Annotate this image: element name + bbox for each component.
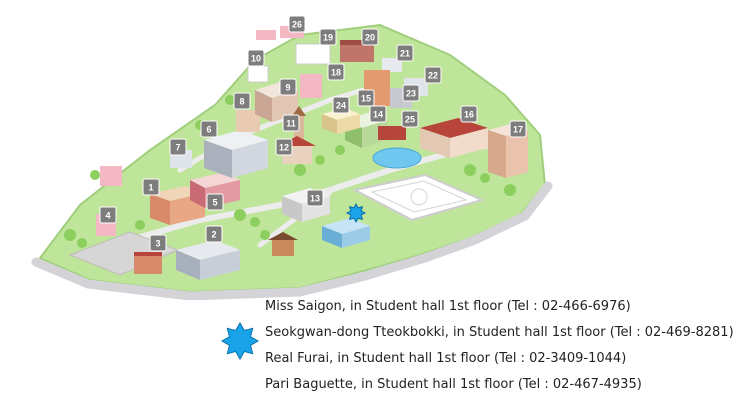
building-label-5: 5 (206, 193, 224, 211)
building-label-text: 14 (373, 110, 383, 120)
building-label-20: 20 (361, 28, 379, 46)
building-label-text: 9 (285, 83, 290, 93)
building-label-text: 4 (105, 211, 110, 221)
building-label-18: 18 (327, 63, 345, 81)
building-label-text: 10 (251, 54, 261, 64)
building-label-9: 9 (279, 78, 297, 96)
building-3 (134, 252, 162, 274)
building-label-text: 18 (331, 68, 341, 78)
building-label-text: 16 (464, 110, 474, 120)
building-label-text: 17 (513, 125, 523, 135)
star-burst-shape (221, 322, 259, 360)
campus-map-svg: 12345678910111213141516171819 20212223242… (31, 15, 553, 300)
campus-map: 1 2 3 4 5 6 7 8 9 10 11 12 13 14 15 16 17 18 19 20 21 22 23 24 2… (0, 0, 736, 300)
building-label-3: 3 (149, 234, 167, 252)
building-10 (247, 65, 269, 83)
building-label-text: 1 (148, 183, 153, 193)
building-label-21: 21 (396, 44, 414, 62)
legend-entry-miss-saigon: Miss Saigon, in Student hall 1st floor (… (265, 299, 631, 314)
building-label-24: 24 (332, 96, 350, 114)
star-burst-icon (221, 322, 259, 360)
building-label-text: 3 (155, 239, 160, 249)
building-label-17: 17 (509, 120, 527, 138)
building-label-26: 26 (288, 15, 306, 33)
building-label-23: 23 (402, 84, 420, 102)
building-label-8: 8 (233, 92, 251, 110)
building-label-text: 19 (323, 33, 333, 43)
building-label-12: 12 (275, 138, 293, 156)
building-label-text: 25 (405, 115, 415, 125)
building-label-15: 15 (357, 89, 375, 107)
building-label-text: 22 (428, 71, 438, 81)
building-label-text: 7 (175, 143, 180, 153)
building-label-16: 16 (460, 105, 478, 123)
building-label-25: 25 (401, 110, 419, 128)
building-18 (300, 74, 322, 98)
building-label-14: 14 (369, 105, 387, 123)
building-label-text: 13 (310, 194, 320, 204)
building-label-7: 7 (169, 138, 187, 156)
building-label-6: 6 (200, 120, 218, 138)
building-label-text: 26 (292, 20, 302, 30)
building-label-text: 20 (365, 33, 375, 43)
building-label-2: 2 (205, 225, 223, 243)
legend-entry-real-furai: Real Furai, in Student hall 1st floor (T… (265, 351, 627, 366)
building-label-text: 5 (212, 198, 217, 208)
building-label-text: 21 (400, 49, 410, 59)
building-label-13: 13 (306, 189, 324, 207)
building-label-19: 19 (319, 28, 337, 46)
restaurant-legend: Miss Saigon, in Student hall 1st floor (… (265, 294, 734, 398)
building-label-text: 6 (206, 125, 211, 135)
building-label-text: 23 (406, 89, 416, 99)
building-label-text: 24 (336, 101, 346, 111)
building-label-10: 10 (247, 49, 265, 67)
building-19 (295, 43, 331, 65)
building-label-11: 11 (282, 114, 300, 132)
building-label-text: 2 (211, 230, 216, 240)
building-label-text: 8 (239, 97, 244, 107)
building-15 (378, 126, 406, 140)
legend-entry-tteokbokki: Seokgwan-dong Tteokbokki, in Student hal… (265, 325, 734, 340)
star-burst-icon (345, 202, 367, 224)
pond (372, 147, 422, 169)
legend-entry-pari-baguette: Pari Baguette, in Student hall 1st floor… (265, 377, 642, 392)
building-label-text: 12 (279, 143, 289, 153)
building-label-4: 4 (99, 206, 117, 224)
building-label-1: 1 (142, 178, 160, 196)
building-label-22: 22 (424, 66, 442, 84)
building-label-text: 15 (361, 94, 371, 104)
building-label-text: 11 (286, 119, 296, 129)
